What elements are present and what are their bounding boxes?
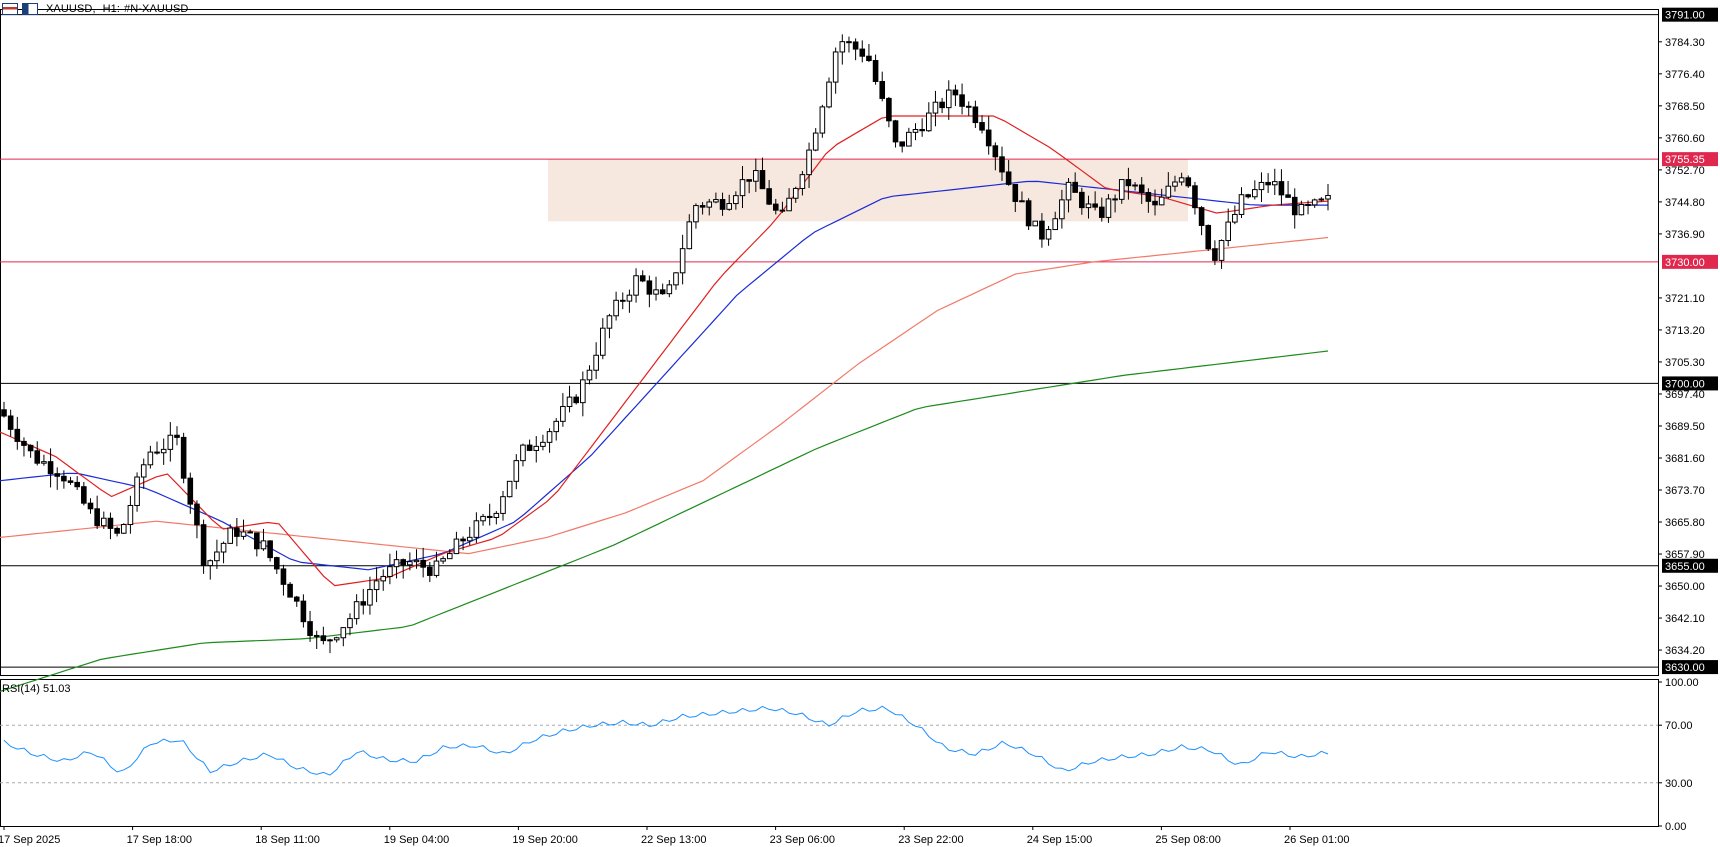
candle	[1032, 220, 1039, 227]
price-tick-label: 3705.30	[1665, 357, 1705, 369]
level-label: 3630.00	[1665, 662, 1705, 674]
level-label: 3730.00	[1665, 257, 1705, 269]
symbol-flag-icon	[2, 3, 18, 15]
trading-chart[interactable]: 3784.30 3776.40 3768.50 3760.60 3752.70 3744.…	[0, 0, 1720, 847]
time-tick-label: 17 Sep 18:00	[127, 834, 192, 846]
candle	[1205, 224, 1212, 252]
symbol-flag-icon-2	[22, 3, 38, 15]
symbol-name: XAUUSD	[46, 3, 93, 15]
price-tick-label: 3650.00	[1665, 581, 1705, 593]
price-tick-label: 3689.50	[1665, 421, 1705, 433]
price-tick-label: 3768.50	[1665, 101, 1705, 113]
price-tick-label: 3721.10	[1665, 293, 1705, 305]
price-tick-label: 3665.80	[1665, 517, 1705, 529]
price-tick-label: 3681.60	[1665, 453, 1705, 465]
supply-demand-zone	[548, 159, 1188, 222]
candle	[134, 472, 140, 512]
price-tick-label: 3634.20	[1665, 645, 1705, 657]
symbol-description: #N-XAUUSD	[124, 3, 189, 15]
rsi-label: RSI(14) 51.03	[2, 683, 70, 695]
price-tick-label: 3784.30	[1665, 37, 1705, 49]
candle	[1025, 198, 1032, 230]
level-label: 3700.00	[1665, 378, 1705, 390]
price-tick-label: 3736.90	[1665, 229, 1705, 241]
time-tick-label: 26 Sep 01:00	[1284, 834, 1349, 846]
candle	[819, 104, 826, 138]
time-tick-label: 19 Sep 20:00	[512, 834, 577, 846]
chart-background	[0, 0, 1720, 847]
rsi-tick-label: 30.00	[1665, 778, 1693, 790]
candle	[287, 582, 293, 598]
candle	[180, 432, 187, 484]
price-tick-label: 3642.10	[1665, 613, 1705, 625]
price-tick-label: 3776.40	[1665, 69, 1705, 81]
candle	[200, 519, 207, 574]
price-tick-label: 3713.20	[1665, 325, 1705, 337]
rsi-tick-label: 100.00	[1665, 677, 1699, 689]
candle	[120, 523, 127, 534]
level-label: 3755.35	[1665, 154, 1705, 166]
price-tick-label: 3752.70	[1665, 165, 1705, 177]
rsi-tick-label: 70.00	[1665, 720, 1693, 732]
time-tick-label: 17 Sep 2025	[0, 834, 60, 846]
time-tick-label: 24 Sep 15:00	[1027, 834, 1092, 846]
time-tick-label: 19 Sep 04:00	[384, 834, 449, 846]
time-tick-label: 23 Sep 22:00	[898, 834, 963, 846]
time-tick-label: 18 Sep 11:00	[255, 834, 320, 846]
price-tick-label: 3744.80	[1665, 197, 1705, 209]
rsi-tick-label: 0.00	[1665, 821, 1686, 833]
timeframe-label: H1:	[102, 3, 120, 15]
time-tick-label: 25 Sep 08:00	[1155, 834, 1220, 846]
price-tick-label: 3673.70	[1665, 485, 1705, 497]
time-tick-label: 22 Sep 13:00	[641, 834, 706, 846]
price-tick-label: 3697.40	[1665, 389, 1705, 401]
candle	[1185, 175, 1192, 188]
candle	[506, 480, 513, 498]
level-label: 3655.00	[1665, 561, 1705, 573]
chart-header: XAUUSD, H1: #N-XAUUSD	[2, 1, 188, 17]
price-tick-label: 3760.60	[1665, 133, 1705, 145]
time-tick-label: 23 Sep 06:00	[770, 834, 835, 846]
candle	[826, 77, 832, 109]
level-label: 3791.00	[1665, 10, 1705, 22]
